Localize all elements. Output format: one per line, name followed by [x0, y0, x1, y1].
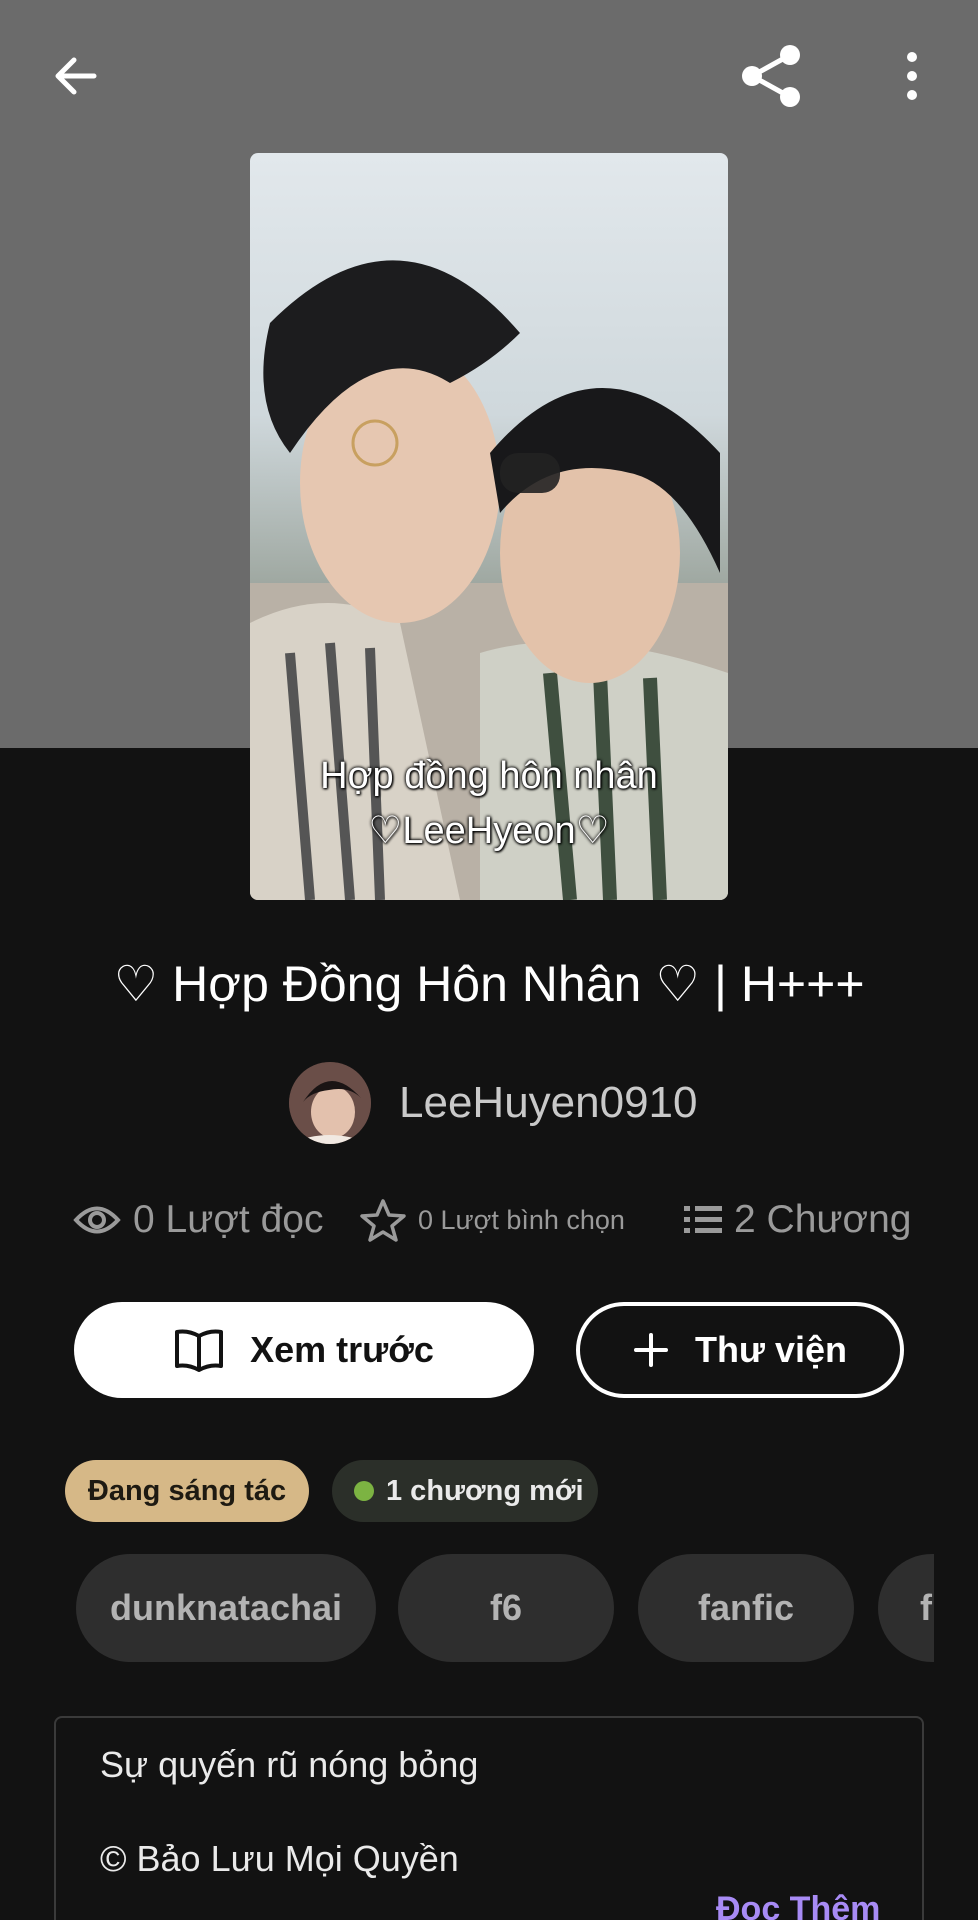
- votes-stat: 0 Lượt bình chọn: [360, 1190, 625, 1250]
- list-icon: [684, 1204, 722, 1236]
- avatar-photo: [289, 1062, 371, 1144]
- library-label: Thư viện: [694, 1329, 848, 1370]
- tag-chip[interactable]: f: [878, 1554, 934, 1662]
- share-icon: [742, 45, 800, 107]
- tag-chip[interactable]: f6: [398, 1554, 614, 1662]
- author-name[interactable]: LeeHuyen0910: [399, 1078, 697, 1128]
- back-button[interactable]: [36, 36, 116, 116]
- cover-title-line1: Hợp đồng hôn nhân: [320, 755, 658, 797]
- chapters-count: 2 Chương: [734, 1198, 912, 1241]
- read-more-link[interactable]: Đọc Thêm: [716, 1890, 880, 1920]
- star-icon: [360, 1198, 406, 1242]
- copyright-line: © Bảo Lưu Mọi Quyền: [100, 1838, 459, 1879]
- new-chapter-label: 1 chương mới: [386, 1474, 584, 1507]
- story-cover-image[interactable]: Hợp đồng hôn nhân ♡LeeHyeon♡: [250, 153, 728, 900]
- tag-chip[interactable]: fanfic: [638, 1554, 854, 1662]
- book-open-icon: [174, 1328, 224, 1372]
- more-options-button[interactable]: [872, 36, 952, 116]
- plus-icon: [633, 1332, 669, 1368]
- description-box: Sự quyến rũ nóng bỏng © Bảo Lưu Mọi Quyề…: [54, 1716, 924, 1920]
- cover-title-line2: ♡LeeHyeon♡: [368, 810, 610, 852]
- votes-count: 0 Lượt bình chọn: [418, 1204, 625, 1235]
- chapters-stat: 2 Chương: [684, 1190, 911, 1250]
- preview-label: Xem trước: [250, 1329, 434, 1370]
- reads-stat: 0 Lượt đọc: [73, 1190, 323, 1250]
- tag-list: dunknatachai f6 fanfic f: [76, 1554, 934, 1662]
- author-row[interactable]: LeeHuyen0910: [289, 1062, 697, 1144]
- add-to-library-button[interactable]: Thư viện: [576, 1302, 904, 1398]
- more-vertical-icon: [907, 52, 917, 100]
- tag-chip[interactable]: dunknatachai: [76, 1554, 376, 1662]
- preview-button[interactable]: Xem trước: [74, 1302, 534, 1398]
- green-dot-icon: [354, 1481, 374, 1501]
- reads-count: 0 Lượt đọc: [133, 1198, 324, 1241]
- story-title: ♡ Hợp Đồng Hôn Nhân ♡ | H+++: [113, 956, 865, 1012]
- share-button[interactable]: [731, 36, 811, 116]
- arrow-left-icon: [55, 57, 97, 95]
- avatar[interactable]: [289, 1062, 371, 1144]
- eye-icon: [73, 1203, 121, 1237]
- status-badge: Đang sáng tác: [65, 1460, 309, 1522]
- new-chapter-badge: 1 chương mới: [332, 1460, 598, 1522]
- description-line: Sự quyến rũ nóng bỏng: [100, 1744, 479, 1785]
